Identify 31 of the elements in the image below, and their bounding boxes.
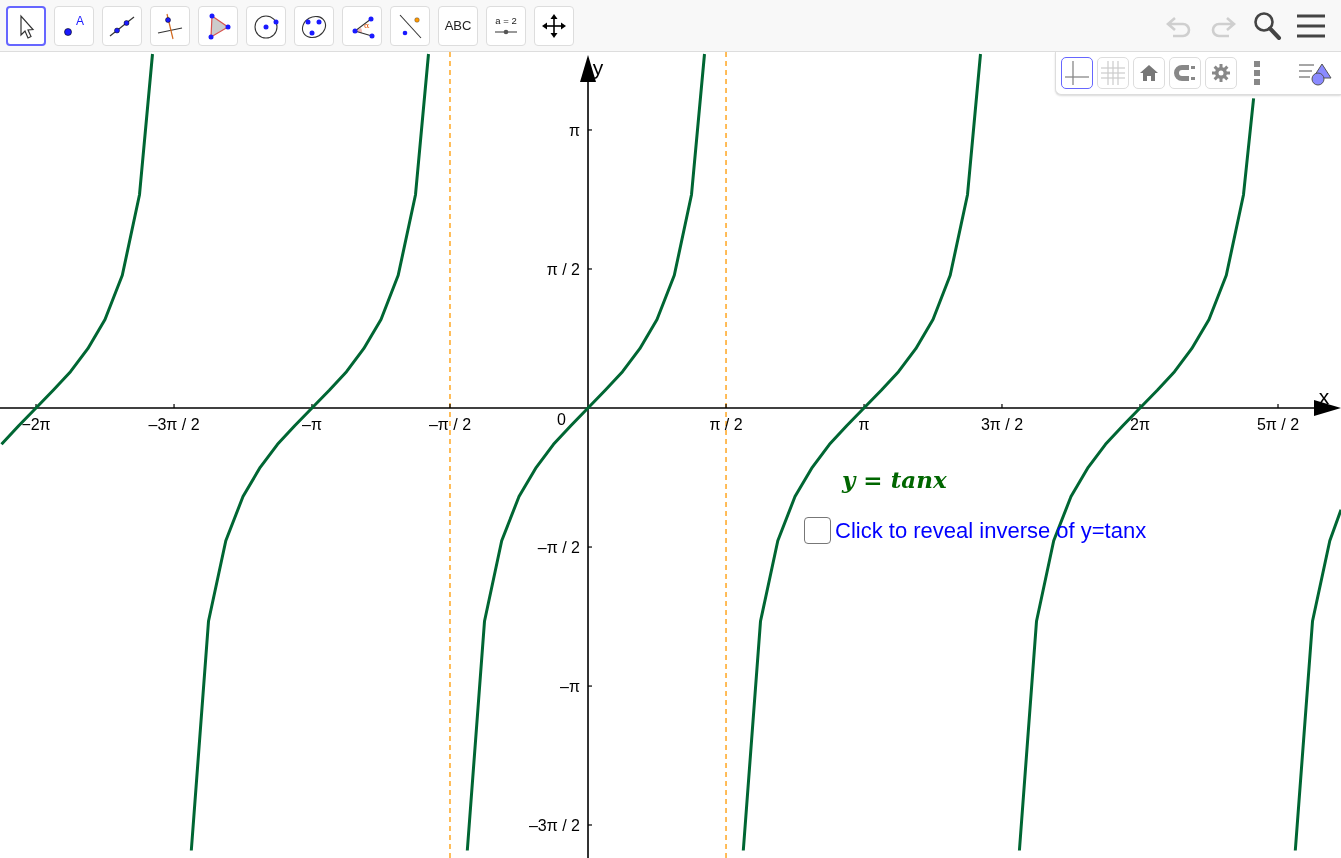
- checkbox-label[interactable]: Click to reveal inverse of y=tanx: [835, 514, 1147, 547]
- text-tool-label: ABC: [444, 16, 472, 35]
- axes-icon: [1064, 60, 1090, 86]
- tick-label: −2π: [21, 416, 51, 433]
- magnet-icon: [1173, 63, 1197, 83]
- tick-label: –3π / 2: [528, 817, 580, 834]
- tick-label: 2π: [1130, 416, 1150, 433]
- more-icon: [1253, 60, 1261, 86]
- tick-label: –π / 2: [428, 416, 472, 433]
- style-button[interactable]: [1061, 57, 1093, 89]
- tick-label: 0: [557, 411, 566, 428]
- tick-label: 5π / 2: [1256, 416, 1300, 433]
- tick-label: π / 2: [709, 416, 743, 433]
- tool-button[interactable]: ABC: [438, 5, 478, 46]
- equation-label: y = tanx: [842, 466, 947, 494]
- tick-label: π / 2: [546, 261, 580, 278]
- home-icon: [1139, 64, 1159, 82]
- tick-label: π: [858, 416, 870, 433]
- menu-icon[interactable]: [1296, 12, 1326, 39]
- tick-label: π: [568, 121, 580, 139]
- grid-icon: [1100, 60, 1126, 86]
- tool-button[interactable]: [6, 5, 46, 46]
- tick-label: –π: [560, 678, 580, 696]
- search-icon[interactable]: [1251, 9, 1283, 42]
- tick-label: –π / 2: [537, 539, 580, 557]
- tick-label: –π: [302, 416, 322, 433]
- axis-label: y: [592, 56, 604, 79]
- tick-label: –3π / 2: [148, 416, 200, 433]
- tick-label: 3π / 2: [980, 416, 1024, 433]
- checkbox[interactable]: [804, 517, 831, 544]
- settings-icon: [1211, 63, 1231, 83]
